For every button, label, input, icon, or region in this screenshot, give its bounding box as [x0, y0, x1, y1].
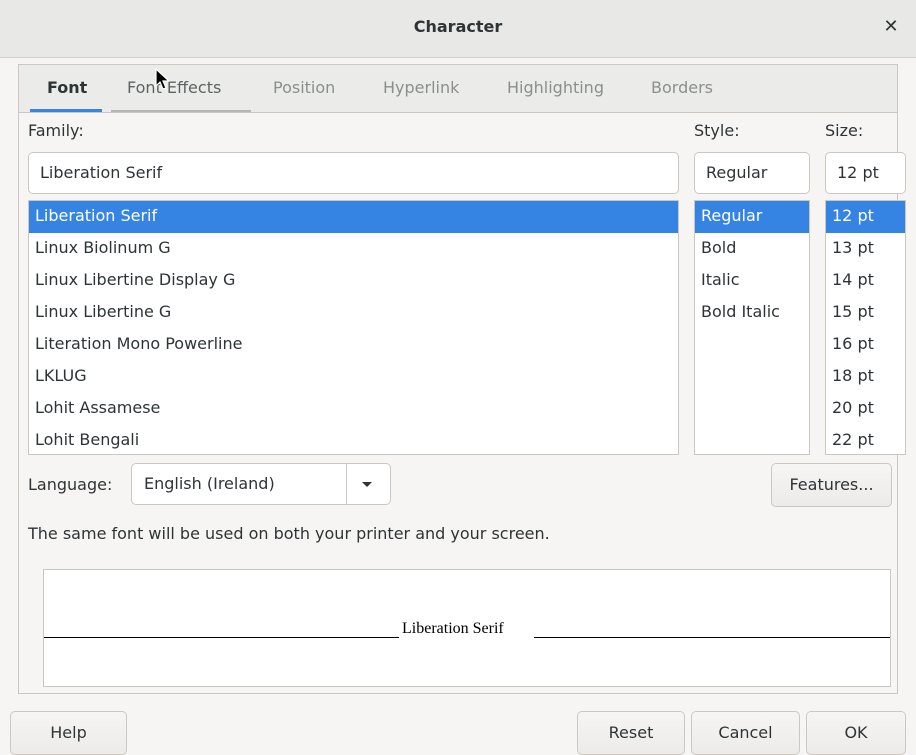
style-field[interactable]: Regular: [694, 152, 810, 194]
family-list[interactable]: Liberation Serif Linux Biolinum G Linux …: [28, 200, 679, 455]
ok-button[interactable]: OK: [806, 711, 906, 755]
language-label: Language:: [28, 475, 113, 494]
size-item[interactable]: 14 pt: [826, 265, 905, 297]
size-item[interactable]: 12 pt: [826, 201, 905, 233]
size-item[interactable]: 20 pt: [826, 393, 905, 425]
hover-tab-indicator: [111, 110, 251, 112]
language-select[interactable]: English (Ireland): [131, 463, 391, 505]
cancel-button[interactable]: Cancel: [691, 711, 800, 755]
size-item[interactable]: 15 pt: [826, 297, 905, 329]
family-item[interactable]: Linux Biolinum G: [29, 233, 678, 265]
size-item[interactable]: 22 pt: [826, 425, 905, 454]
close-icon[interactable]: ✕: [880, 16, 902, 38]
mouse-pointer-icon: [155, 68, 171, 90]
features-button[interactable]: Features...: [771, 463, 892, 507]
active-tab-indicator: [30, 109, 102, 112]
family-item[interactable]: Linux Libertine G: [29, 297, 678, 329]
tab-font[interactable]: Font: [47, 78, 87, 97]
combo-separator: [346, 464, 347, 504]
size-item[interactable]: 13 pt: [826, 233, 905, 265]
chevron-down-icon[interactable]: [362, 482, 372, 487]
tab-font-effects[interactable]: Font Effects: [127, 78, 221, 97]
family-item[interactable]: Liberation Serif: [29, 201, 678, 233]
family-item[interactable]: Literation Mono Powerline: [29, 329, 678, 361]
language-value: English (Ireland): [144, 474, 275, 493]
reset-button[interactable]: Reset: [577, 711, 685, 755]
size-list[interactable]: 12 pt 13 pt 14 pt 15 pt 16 pt 18 pt 20 p…: [825, 200, 906, 455]
info-text: The same font will be used on both your …: [28, 524, 550, 543]
style-list[interactable]: Regular Bold Italic Bold Italic: [694, 200, 810, 455]
style-item[interactable]: Bold Italic: [695, 297, 809, 329]
family-item[interactable]: Lohit Assamese: [29, 393, 678, 425]
family-label: Family:: [28, 121, 84, 140]
window-title: Character: [413, 17, 503, 36]
style-item[interactable]: Regular: [695, 201, 809, 233]
family-item[interactable]: Linux Libertine Display G: [29, 265, 678, 297]
size-label: Size:: [825, 121, 864, 140]
style-label: Style:: [694, 121, 740, 140]
family-item[interactable]: LKLUG: [29, 361, 678, 393]
preview-text: Liberation Serif: [402, 620, 504, 637]
help-button[interactable]: Help: [10, 711, 127, 755]
tab-position[interactable]: Position: [273, 78, 335, 97]
family-field[interactable]: Liberation Serif: [28, 152, 679, 194]
size-item[interactable]: 16 pt: [826, 329, 905, 361]
tab-bar: Font Font Effects Position Hyperlink Hig…: [19, 65, 897, 113]
title-bar: Character ✕: [0, 0, 916, 58]
tab-borders[interactable]: Borders: [651, 78, 713, 97]
style-item[interactable]: Bold: [695, 233, 809, 265]
tab-highlighting[interactable]: Highlighting: [507, 78, 604, 97]
family-item[interactable]: Lohit Bengali: [29, 425, 678, 454]
tab-hyperlink[interactable]: Hyperlink: [383, 78, 459, 97]
preview-baseline-left: [44, 637, 399, 638]
size-field[interactable]: 12 pt: [825, 152, 906, 194]
preview-baseline-right: [534, 637, 890, 638]
style-item[interactable]: Italic: [695, 265, 809, 297]
size-item[interactable]: 18 pt: [826, 361, 905, 393]
font-preview: Liberation Serif: [43, 569, 891, 687]
